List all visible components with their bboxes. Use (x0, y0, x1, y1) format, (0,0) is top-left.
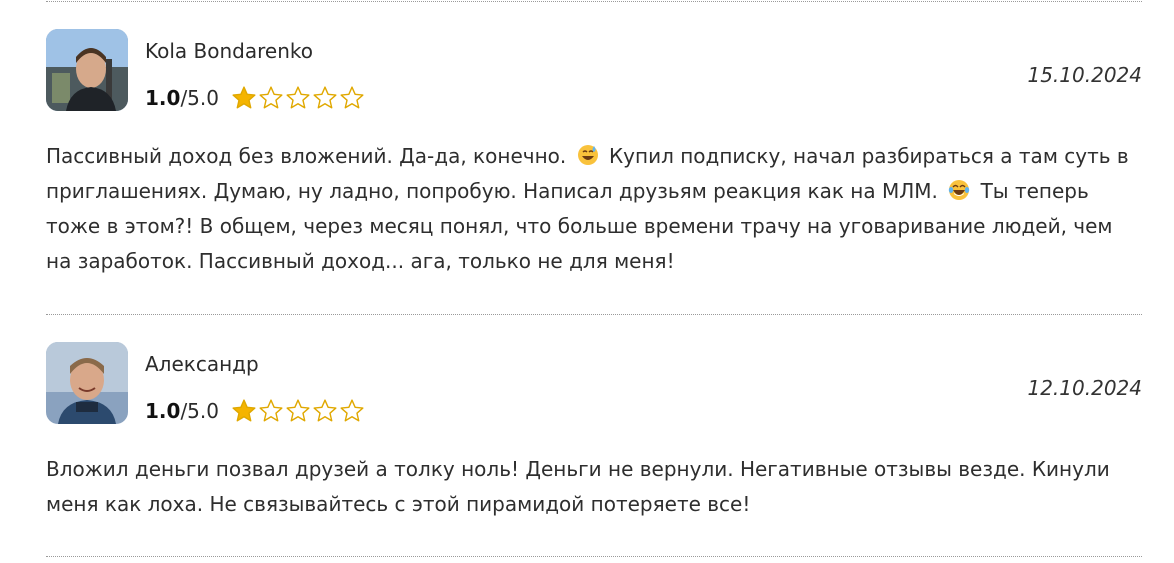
rating: 1.0 /5.0 (145, 398, 365, 424)
tears-of-joy-emoji (948, 177, 970, 200)
star-empty-icon (313, 399, 337, 422)
sweat-smile-emoji (577, 142, 599, 165)
review-card: Александр 1.0 /5.0 12.10.2024 Вложил ден… (46, 342, 1142, 542)
star-empty-icon (340, 86, 364, 109)
review-date: 12.10.2024 (1027, 376, 1142, 400)
review-text-part: Пассивный доход без вложений. Да-да, кон… (46, 144, 567, 168)
rating-score: 1.0 (145, 86, 181, 110)
star-empty-icon (340, 399, 364, 422)
star-empty-icon (259, 86, 283, 109)
rating-score: 1.0 (145, 399, 181, 423)
avatar[interactable] (46, 29, 128, 111)
review-card: Kola Bondarenko 1.0 /5.0 15.10.2024 Пасс… (46, 29, 1142, 289)
rating: 1.0 /5.0 (145, 85, 365, 111)
star-empty-icon (286, 399, 310, 422)
reviews-list: Kola Bondarenko 1.0 /5.0 15.10.2024 Пасс… (0, 0, 1174, 563)
divider (46, 314, 1142, 315)
star-rating (231, 85, 365, 111)
star-rating (231, 398, 365, 424)
author-name: Александр (145, 352, 259, 376)
star-filled-icon (232, 399, 256, 422)
rating-max: /5.0 (180, 399, 219, 423)
review-text: Пассивный доход без вложений. Да-да, кон… (46, 139, 1142, 279)
avatar[interactable] (46, 342, 128, 424)
star-empty-icon (313, 86, 337, 109)
divider (46, 556, 1142, 557)
star-empty-icon (286, 86, 310, 109)
divider (46, 1, 1142, 2)
star-filled-icon (232, 86, 256, 109)
review-text: Вложил деньги позвал друзей а толку ноль… (46, 457, 1110, 516)
rating-max: /5.0 (180, 86, 219, 110)
review-date: 15.10.2024 (1027, 63, 1142, 87)
author-name: Kola Bondarenko (145, 39, 313, 63)
star-empty-icon (259, 399, 283, 422)
